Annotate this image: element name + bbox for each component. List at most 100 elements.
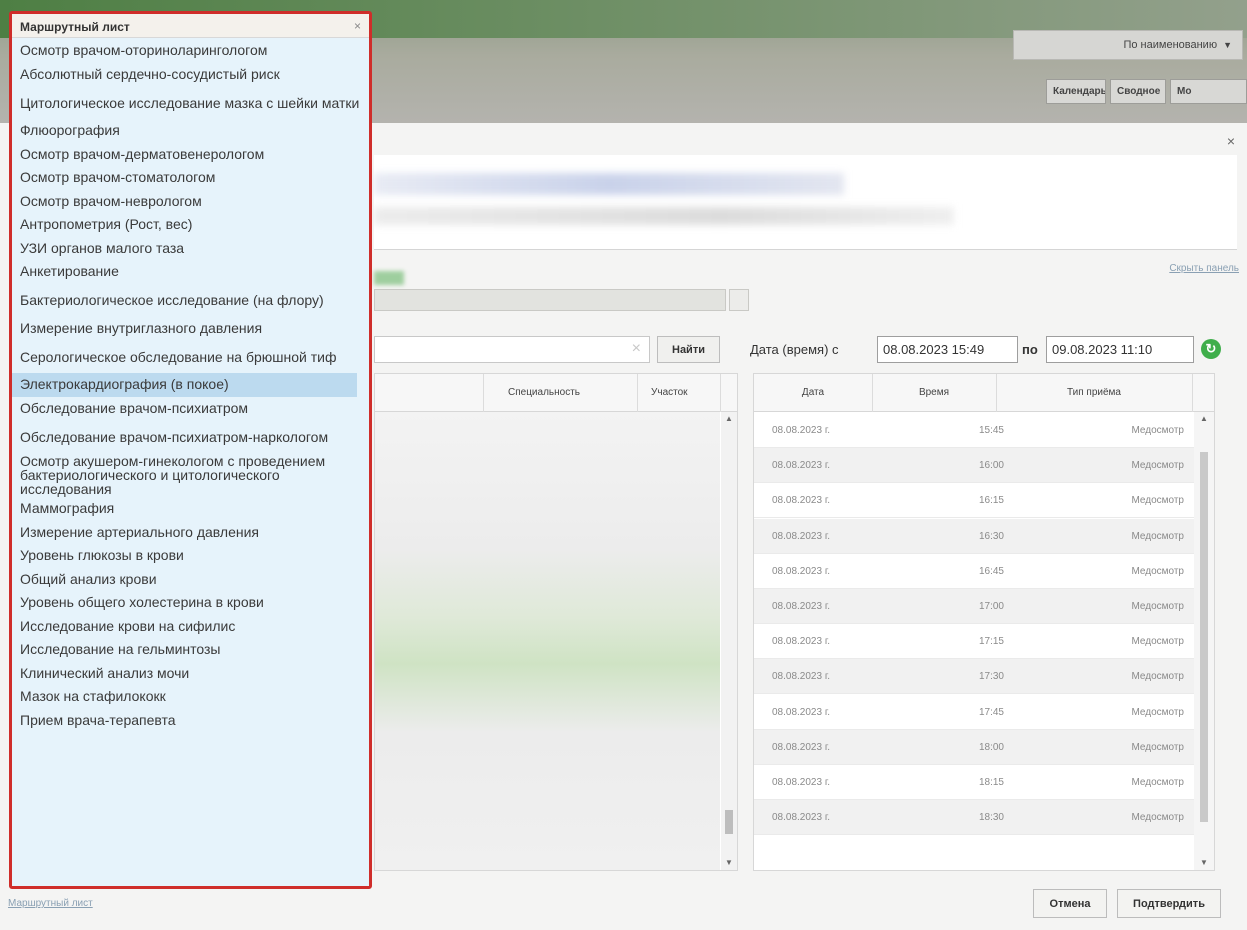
schedule-row[interactable]: 08.08.2023 г. 18:30 Медосмотр: [754, 800, 1194, 836]
route-sheet-item[interactable]: Общий анализ крови: [12, 568, 369, 592]
route-sheet-item[interactable]: Бактериологическое исследование (на флор…: [12, 284, 369, 317]
summary-tab[interactable]: Сводное: [1110, 79, 1166, 104]
schedule-type-cell: Медосмотр: [1131, 530, 1184, 542]
doctor-search-input[interactable]: ×: [374, 336, 650, 363]
dialog-close-icon[interactable]: ×: [1227, 133, 1235, 149]
scrollbar-thumb[interactable]: [725, 810, 733, 834]
route-sheet-item[interactable]: УЗИ органов малого таза: [12, 237, 369, 261]
schedule-time-cell: 15:45: [978, 425, 1004, 436]
sort-select[interactable]: По наименованию ▼: [1013, 30, 1243, 60]
hide-panel-link[interactable]: Скрыть панель: [1169, 263, 1239, 274]
route-sheet-item[interactable]: Маммография: [12, 497, 369, 521]
schedule-row[interactable]: 08.08.2023 г. 16:00 Медосмотр: [754, 448, 1194, 484]
route-sheet-item[interactable]: Цитологическое исследование мазка с шейк…: [12, 86, 369, 119]
schedule-time-cell: 16:45: [978, 565, 1004, 577]
schedule-time-cell: 18:15: [978, 777, 1004, 788]
refresh-icon[interactable]: ↻: [1201, 339, 1221, 359]
route-sheet-item[interactable]: Антропометрия (Рост, вес): [12, 213, 369, 237]
doctors-table-scrollbar[interactable]: ▲ ▼: [721, 412, 737, 870]
schedule-date-cell: 08.08.2023 г.: [772, 636, 831, 648]
schedule-row[interactable]: 08.08.2023 г. 16:30 Медосмотр: [754, 518, 1194, 554]
route-sheet-item[interactable]: Анкетирование: [12, 260, 369, 284]
field-picker-button[interactable]: [729, 289, 749, 311]
route-sheet-item[interactable]: Осмотр врачом-стоматологом: [12, 166, 369, 190]
route-sheet-link[interactable]: Маршрутный лист: [8, 898, 93, 909]
schedule-time-cell: 16:30: [978, 530, 1004, 542]
schedule-time-cell: 18:00: [978, 741, 1004, 753]
schedule-row[interactable]: 08.08.2023 г. 18:00 Медосмотр: [754, 729, 1194, 765]
schedule-time-cell: 17:30: [978, 671, 1004, 683]
doctors-table: Специальность Участок ▲ ▼: [374, 373, 738, 871]
route-sheet-item[interactable]: Осмотр акушером-гинекологом с проведение…: [12, 453, 369, 497]
schedule-type-cell: Медосмотр: [1131, 460, 1184, 472]
schedule-row[interactable]: 08.08.2023 г. 16:45 Медосмотр: [754, 554, 1194, 589]
schedule-time-cell: 17:00: [978, 601, 1004, 612]
schedule-type-cell: Медосмотр: [1131, 425, 1184, 436]
calendar-tab[interactable]: Календарь: [1046, 79, 1106, 104]
date-column-header[interactable]: Дата: [754, 387, 872, 398]
schedule-row[interactable]: 08.08.2023 г. 16:15 Медосмотр: [754, 483, 1194, 519]
schedule-row[interactable]: 08.08.2023 г. 17:00 Медосмотр: [754, 589, 1194, 624]
district-column-header[interactable]: Участок: [651, 387, 688, 398]
route-sheet-title: Маршрутный лист: [20, 20, 130, 34]
route-sheet-item[interactable]: Осмотр врачом-дерматовенерологом: [12, 143, 369, 167]
scroll-up-icon[interactable]: ▲: [1200, 414, 1208, 423]
patient-info-panel: [374, 155, 1237, 250]
find-button[interactable]: Найти: [657, 336, 720, 363]
date-from-input[interactable]: 08.08.2023 15:49: [877, 336, 1018, 363]
scroll-down-icon[interactable]: ▼: [725, 858, 733, 867]
route-sheet-item[interactable]: Осмотр врачом-оториноларингологом: [12, 39, 369, 63]
scroll-down-icon[interactable]: ▼: [1200, 858, 1208, 867]
specialty-column-header[interactable]: Специальность: [508, 387, 580, 398]
type-column-header[interactable]: Тип приёма: [996, 387, 1192, 398]
confirm-button[interactable]: Подтвердить: [1117, 889, 1221, 918]
route-sheet-item[interactable]: Прием врача-терапевта: [12, 709, 369, 733]
date-to-input[interactable]: 09.08.2023 11:10: [1046, 336, 1194, 363]
route-sheet-header: Маршрутный лист ×: [12, 14, 369, 38]
more-tab[interactable]: Мо: [1170, 79, 1247, 104]
route-sheet-item[interactable]: Клинический анализ мочи: [12, 662, 369, 686]
route-sheet-item[interactable]: Мазок на стафилококк: [12, 685, 369, 709]
route-sheet-item[interactable]: Исследование крови на сифилис: [12, 615, 369, 639]
schedule-date-cell: 08.08.2023 г.: [772, 812, 831, 824]
schedule-table-header: Дата Время Тип приёма: [754, 374, 1214, 412]
cancel-button[interactable]: Отмена: [1033, 889, 1107, 918]
schedule-row[interactable]: 08.08.2023 г. 17:15 Медосмотр: [754, 624, 1194, 660]
time-column-header[interactable]: Время: [872, 387, 996, 398]
scrollbar-thumb[interactable]: [1200, 452, 1208, 822]
schedule-type-cell: Медосмотр: [1131, 636, 1184, 648]
doctors-table-body-blurred: [375, 412, 720, 870]
doctors-table-header: Специальность Участок: [375, 374, 737, 412]
schedule-type-cell: Медосмотр: [1131, 777, 1184, 788]
route-sheet-item[interactable]: Осмотр врачом-неврологом: [12, 190, 369, 214]
route-sheet-popup: Маршрутный лист × Осмотр врачом-оторинол…: [9, 11, 372, 889]
blurred-info-line: [374, 207, 954, 225]
route-sheet-item[interactable]: Электрокардиография (в покое): [12, 373, 357, 397]
schedule-scrollbar[interactable]: ▲ ▼: [1194, 412, 1214, 870]
route-sheet-item[interactable]: Серологическое обследование на брюшной т…: [12, 340, 369, 373]
schedule-date-cell: 08.08.2023 г.: [772, 601, 831, 612]
schedule-date-cell: 08.08.2023 г.: [772, 460, 831, 472]
schedule-row[interactable]: 08.08.2023 г. 17:45 Медосмотр: [754, 695, 1194, 730]
route-sheet-item[interactable]: Исследование на гельминтозы: [12, 638, 369, 662]
route-sheet-item[interactable]: Уровень общего холестерина в крови: [12, 591, 369, 615]
schedule-time-cell: 18:30: [978, 812, 1004, 824]
route-sheet-item[interactable]: Измерение внутриглазного давления: [12, 317, 369, 341]
route-sheet-item[interactable]: Обследование врачом-психиатром-нарколого…: [12, 420, 369, 453]
route-sheet-item[interactable]: Обследование врачом-психиатром: [12, 397, 369, 421]
schedule-row[interactable]: 08.08.2023 г. 15:45 Медосмотр: [754, 413, 1194, 448]
schedule-type-cell: Медосмотр: [1131, 706, 1184, 718]
blurred-label: [374, 271, 404, 285]
route-sheet-item[interactable]: Уровень глюкозы в крови: [12, 544, 369, 568]
clear-icon[interactable]: ×: [632, 340, 641, 358]
schedule-row[interactable]: 08.08.2023 г. 17:30 Медосмотр: [754, 659, 1194, 695]
schedule-row[interactable]: 08.08.2023 г. 18:15 Медосмотр: [754, 765, 1194, 800]
close-icon[interactable]: ×: [354, 19, 361, 33]
schedule-date-cell: 08.08.2023 г.: [772, 565, 831, 577]
route-sheet-item[interactable]: Флюорография: [12, 119, 369, 143]
sort-select-value: По наименованию: [1123, 39, 1218, 51]
route-sheet-item[interactable]: Измерение артериального давления: [12, 521, 369, 545]
schedule-date-cell: 08.08.2023 г.: [772, 425, 831, 436]
scroll-up-icon[interactable]: ▲: [725, 414, 733, 423]
route-sheet-item[interactable]: Абсолютный сердечно-сосудистый риск: [12, 63, 369, 87]
